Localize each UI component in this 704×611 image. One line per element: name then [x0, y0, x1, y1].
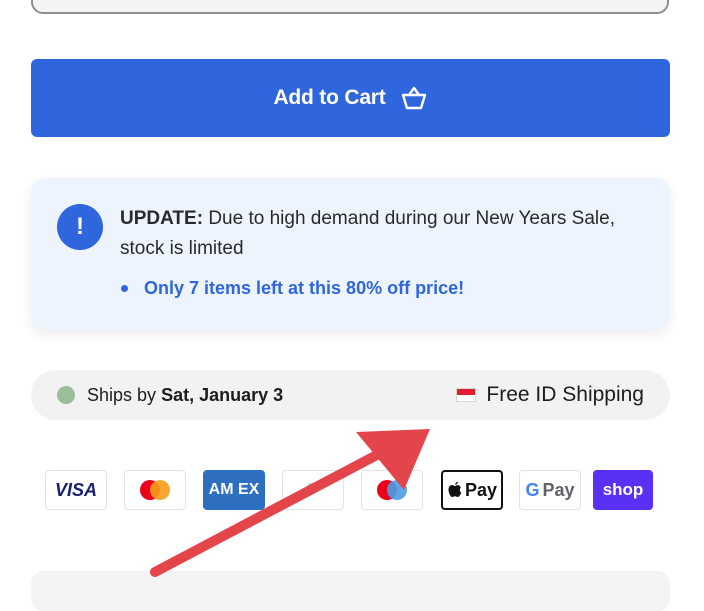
ships-by-label: Ships by — [87, 385, 157, 405]
add-to-cart-button[interactable]: Add to Cart — [31, 59, 670, 137]
ships-by-date: Sat, January 3 — [161, 385, 284, 405]
notice-bullet: Only 7 items left at this 80% off price! — [121, 278, 464, 299]
google-g-icon: G — [525, 479, 540, 500]
exclamation-icon: ! — [57, 204, 103, 250]
maestro-icon — [361, 470, 423, 510]
mastercard-icon — [124, 470, 186, 510]
google-pay-icon: G Pay — [519, 470, 581, 510]
shop-pay-icon: shop — [593, 470, 653, 510]
bullet-dot-icon — [121, 285, 128, 292]
shop-pay-text: shop — [602, 480, 644, 499]
variant-selector-field[interactable] — [31, 0, 669, 14]
next-section-field — [31, 571, 670, 611]
status-dot-icon — [57, 386, 75, 404]
add-to-cart-label: Add to Cart — [273, 86, 386, 109]
amex-icon: AM EX — [203, 470, 265, 510]
apple-pay-icon: Pay — [441, 470, 503, 510]
shipping-info-bar: Ships by Sat, January 3 Free ID Shipping — [31, 370, 670, 420]
basket-icon — [400, 85, 428, 111]
notice-title: UPDATE: — [120, 208, 204, 229]
free-shipping: Free ID Shipping — [456, 383, 644, 407]
indonesia-flag-icon — [456, 388, 477, 402]
google-pay-text: Pay — [542, 479, 575, 500]
visa-icon: VISA — [45, 470, 107, 510]
visa-text: VISA — [54, 479, 97, 500]
payment-methods-row: VISA AM EX P Pay G Pay shop — [45, 470, 655, 512]
paypal-icon: P — [282, 470, 344, 510]
paypal-text: P — [306, 479, 319, 500]
apple-pay-text: Pay — [464, 479, 498, 500]
free-shipping-label: Free ID Shipping — [486, 383, 644, 406]
notice-bullet-text: Only 7 items left at this 80% off price! — [144, 278, 465, 298]
stock-notice-panel: ! UPDATE: Due to high demand during our … — [31, 178, 670, 330]
ships-by-text: Ships by Sat, January 3 — [87, 385, 283, 406]
amex-text: AM EX — [208, 481, 260, 498]
notice-message: UPDATE: Due to high demand during our Ne… — [120, 204, 650, 264]
